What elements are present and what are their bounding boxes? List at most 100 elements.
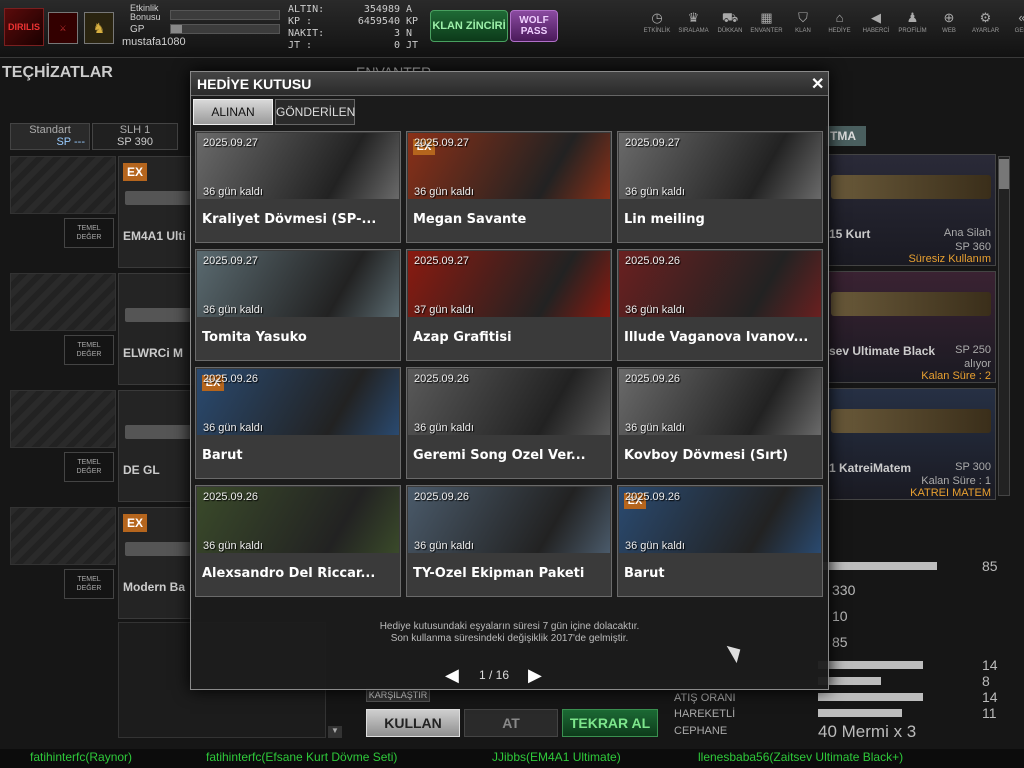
equipment-slot[interactable] — [10, 390, 116, 448]
discard-button[interactable]: AT — [464, 709, 558, 737]
tab-standart[interactable]: Standart SP --- — [10, 123, 90, 150]
stat-value: 8 — [982, 673, 990, 689]
gift-remaining: 36 gün kaldı — [203, 186, 263, 198]
gift-date: 2025.09.26 — [625, 255, 681, 267]
base-value-button[interactable]: TEMEL DEĞER — [64, 569, 114, 599]
gift-image: 2025.09.26 36 gün kaldı — [408, 369, 610, 435]
weapon-card[interactable]: ELWRCi M — [118, 273, 194, 385]
weapon-image — [125, 425, 191, 439]
nav-cart[interactable]: ⛟ DÜKKAN — [713, 10, 747, 40]
ticker-item: JJibbs(EM4A1 Ultimate) — [492, 750, 621, 764]
gift-name: Geremi Song Özel Ver... — [413, 448, 586, 463]
gift-item[interactable]: 2025.09.26 36 gün kaldı Kovboy Dövmesi (… — [617, 367, 823, 479]
base-value-button[interactable]: TEMEL DEĞER — [64, 452, 114, 482]
gift-box-modal: HEDİYE KUTUSU ✕ ALINAN GÖNDERİLEN 2025.0… — [190, 71, 829, 690]
back-icon: « — [1018, 10, 1024, 26]
base-value-button[interactable]: TEMEL DEĞER — [64, 335, 114, 365]
nav-profile[interactable]: ♟ PROFİLİM — [896, 10, 930, 40]
gift-item[interactable]: 2025.09.26 36 gün kaldı Alexsandro Del R… — [195, 485, 401, 597]
top-bar: DIRILIS ⚔ ♞ Etkinlik Bonusu GP mustafa10… — [0, 0, 1024, 58]
nav-clock[interactable]: ◷ ETKİNLİK — [640, 10, 674, 40]
gift-item[interactable]: 2025.09.27 36 gün kaldı Kraliyet Dövmesi… — [195, 131, 401, 243]
nav-medal[interactable]: ♛ SIRALAMA — [677, 10, 711, 40]
nav-label: HABERCİ — [862, 28, 890, 34]
currency-label: KP : — [288, 16, 313, 27]
currency-panel: ALTIN: 354989 A KP : 6459540 KP NAKIT: 3 N… — [284, 4, 424, 56]
stat-value: 40 Mermi x 3 — [818, 722, 917, 741]
gift-name: Illude Vaganova Ivanov... — [624, 330, 809, 345]
gift-item[interactable]: 2025.09.26 36 gün kaldı TY-Özel Ekipman … — [406, 485, 612, 597]
clock-icon: ◷ — [651, 10, 663, 25]
nav-label: AYARLAR — [971, 28, 1000, 34]
gift-name: Tomita Yasuko — [202, 330, 307, 345]
currency-label: ALTIN: — [288, 4, 325, 15]
nav-globe[interactable]: ⊕ WEB — [932, 10, 966, 40]
gift-image: EX 2025.09.26 36 gün kaldı — [197, 369, 399, 435]
next-page-icon[interactable]: ▶ — [528, 665, 542, 686]
weapon-name: ELWRCi M — [123, 346, 183, 360]
item-line4: Süresiz Kullanım — [908, 253, 991, 265]
inventory-scrollbar[interactable] — [998, 156, 1010, 496]
nav-gift[interactable]: ⌂ HEDİYE — [823, 10, 857, 40]
base-value-button[interactable]: TEMEL DEĞER — [64, 218, 114, 248]
weapon-card[interactable]: EX Modern Ba — [118, 507, 194, 619]
gift-image: 2025.09.27 36 gün kaldı — [197, 251, 399, 317]
gift-item[interactable]: 2025.09.27 36 gün kaldı Lin meiling — [617, 131, 823, 243]
gift-name: Kovboy Dövmesi (Sırt) — [624, 448, 789, 463]
weapon-name: Modern Ba — [123, 580, 186, 594]
use-button[interactable]: KULLAN — [366, 709, 460, 737]
weapon-image — [831, 175, 991, 199]
weapon-image — [125, 542, 191, 556]
gift-item[interactable]: 2025.09.26 36 gün kaldı Illude Vaganova … — [617, 249, 823, 361]
clan-emblem[interactable]: ⚔ — [48, 12, 78, 44]
close-icon[interactable]: ✕ — [811, 74, 824, 94]
nav-inventory[interactable]: ▦ ENVANTER — [750, 10, 784, 40]
gift-image: 2025.09.27 36 gün kaldı — [197, 133, 399, 199]
gift-item[interactable]: EX 2025.09.27 36 gün kaldı Megan Savante — [406, 131, 612, 243]
wolf-pass-button[interactable]: WOLF PASS — [510, 10, 558, 42]
tab-right[interactable]: TMA — [826, 126, 866, 146]
gift-name: Barut — [202, 448, 243, 463]
tab-slh1[interactable]: SLH 1 SP 390 — [92, 123, 178, 150]
compare-button[interactable]: KARŞILAŞTIR — [366, 688, 430, 702]
tab-received[interactable]: ALINAN — [193, 99, 273, 125]
nav-shield[interactable]: ⛉ KLAN — [786, 10, 820, 40]
currency-unit: JT — [406, 40, 419, 51]
gift-item[interactable]: 2025.09.26 36 gün kaldı Geremi Song Özel… — [406, 367, 612, 479]
gift-image: 2025.09.26 36 gün kaldı — [197, 487, 399, 553]
gift-image: 2025.09.26 36 gün kaldı — [408, 487, 610, 553]
nav-back[interactable]: « GERİ — [1005, 10, 1024, 40]
equipment-slot[interactable] — [10, 273, 116, 331]
gift-remaining: 36 gün kaldı — [625, 422, 685, 434]
cart-icon: ⛟ — [721, 10, 739, 25]
item-name: 1 KatreiMatem — [829, 461, 912, 475]
equipment-slot[interactable] — [10, 507, 116, 565]
weapon-card[interactable]: DE GL — [118, 390, 194, 502]
medal-icon: ♛ — [687, 10, 700, 25]
klan-chain-button[interactable]: KLAN ZİNCİRİ — [430, 10, 508, 42]
nav-label: WEB — [942, 28, 956, 34]
equipment-slot[interactable] — [10, 156, 116, 214]
game-logo: DIRILIS — [4, 8, 44, 46]
tab-sent[interactable]: GÖNDERİLEN — [275, 99, 355, 125]
rebuy-button[interactable]: TEKRAR AL — [562, 709, 658, 737]
gift-item[interactable]: 2025.09.27 37 gün kaldı Azap Grafitisi — [406, 249, 612, 361]
item-line3: Kalan Süre : 1 — [921, 475, 991, 487]
inventory-item[interactable]: 15 Kurt Ana Silah SP 360 Süresiz Kullanı… — [826, 154, 996, 266]
item-line3: SP 360 — [955, 241, 991, 253]
gift-item[interactable]: EX 2025.09.26 36 gün kaldı Barut — [195, 367, 401, 479]
item-line4: KATREI MATEM — [910, 487, 991, 499]
gift-item[interactable]: EX 2025.09.26 36 gün kaldı Barut — [617, 485, 823, 597]
prev-page-icon[interactable]: ◀ — [445, 665, 459, 686]
scroll-down-icon[interactable]: ▼ — [328, 726, 342, 738]
nav-gear[interactable]: ⚙ AYARLAR — [969, 10, 1003, 40]
stat-value: 85 — [832, 634, 848, 650]
gear-icon: ⚙ — [979, 10, 992, 25]
gift-date: 2025.09.27 — [414, 137, 470, 149]
nav-megaphone[interactable]: ◀ HABERCİ — [859, 10, 893, 40]
gift-item[interactable]: 2025.09.27 36 gün kaldı Tomita Yasuko — [195, 249, 401, 361]
inventory-item[interactable]: 1 KatreiMatem SP 300 Kalan Süre : 1 KATR… — [826, 388, 996, 500]
inventory-item[interactable]: sev Ultimate Black SP 250 alıyor Kalan S… — [826, 271, 996, 383]
weapon-card[interactable]: EX EM4A1 Ulti — [118, 156, 194, 268]
weapon-image — [125, 191, 191, 205]
